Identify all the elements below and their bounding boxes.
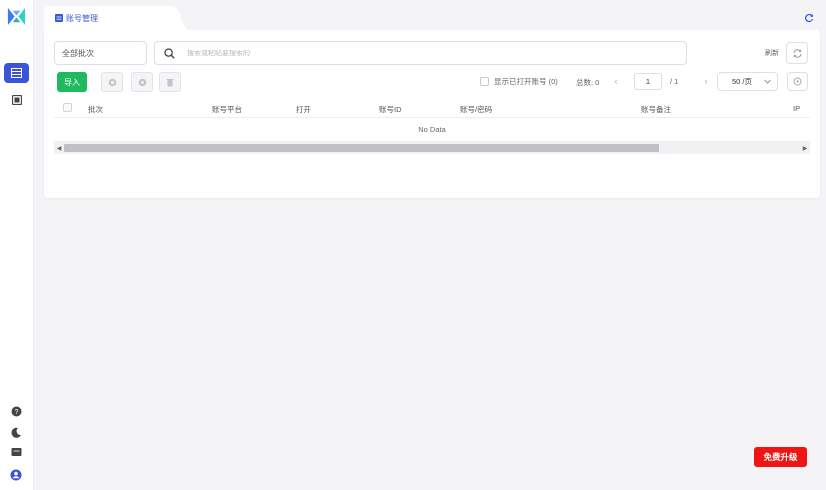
trash-icon bbox=[166, 78, 174, 86]
column-header-ip[interactable]: IP bbox=[793, 104, 800, 113]
window-icon bbox=[11, 95, 22, 105]
svg-text:?: ? bbox=[14, 409, 18, 416]
tab-account-management[interactable]: 账号管理 bbox=[44, 6, 170, 30]
app-logo bbox=[7, 7, 26, 26]
prev-page-button[interactable]: ‹ bbox=[610, 74, 622, 88]
batch-select-value: 全部批次 bbox=[62, 48, 94, 58]
tab-label: 账号管理 bbox=[66, 13, 98, 23]
table-header: 批次 账号平台 打开 账号ID 账号/密码 账号备注 IP bbox=[54, 98, 810, 118]
chevron-down-icon bbox=[764, 79, 771, 84]
chevron-left-icon: ‹ bbox=[614, 76, 618, 86]
per-page-select[interactable]: 50 /页 bbox=[717, 72, 778, 91]
user-avatar-icon[interactable] bbox=[10, 469, 22, 481]
per-page-value: 50 /页 bbox=[732, 77, 753, 86]
help-icon[interactable]: ? bbox=[10, 405, 22, 417]
delete-button[interactable] bbox=[159, 72, 181, 92]
batch-select[interactable]: 全部批次 bbox=[54, 41, 147, 65]
scroll-right-icon[interactable]: ▶ bbox=[801, 144, 809, 152]
scrollbar-thumb[interactable] bbox=[64, 144, 659, 152]
column-settings-button[interactable] bbox=[787, 72, 808, 91]
gear-icon bbox=[793, 77, 802, 86]
free-upgrade-button[interactable]: 免费升级 bbox=[754, 447, 807, 467]
scroll-left-icon[interactable]: ◀ bbox=[55, 144, 63, 152]
column-header-batch[interactable]: 批次 bbox=[88, 104, 103, 115]
column-header-remark[interactable]: 账号备注 bbox=[641, 104, 671, 115]
next-page-button[interactable]: › bbox=[700, 74, 712, 88]
page-total: / 1 bbox=[670, 77, 679, 86]
filter-label: 刷新 bbox=[765, 50, 779, 57]
show-opened-checkbox[interactable] bbox=[480, 77, 489, 86]
refresh-icon[interactable] bbox=[804, 13, 814, 23]
page-number-input[interactable] bbox=[634, 73, 662, 90]
show-opened-toggle[interactable]: 显示已打开账号 (0) bbox=[480, 76, 558, 87]
table-icon bbox=[11, 68, 22, 78]
search-icon bbox=[164, 47, 175, 59]
sidebar: ? bbox=[0, 0, 34, 490]
settings-button[interactable] bbox=[131, 72, 153, 92]
show-opened-label: 显示已打开账号 (0) bbox=[494, 77, 558, 86]
total-count: 总数: 0 bbox=[576, 78, 600, 87]
chevron-right-icon: › bbox=[704, 76, 708, 86]
select-all-checkbox[interactable] bbox=[63, 103, 72, 112]
message-icon[interactable] bbox=[10, 446, 22, 458]
search-box[interactable] bbox=[154, 41, 687, 65]
column-header-platform[interactable]: 账号平台 bbox=[212, 104, 242, 115]
empty-state: No Data bbox=[54, 118, 810, 142]
search-input[interactable] bbox=[187, 49, 667, 57]
horizontal-scrollbar[interactable]: ◀ ▶ bbox=[54, 142, 810, 154]
column-header-open[interactable]: 打开 bbox=[296, 104, 311, 115]
moon-icon[interactable] bbox=[10, 426, 22, 438]
import-button[interactable]: 导入 bbox=[57, 72, 87, 92]
sidebar-item-window[interactable] bbox=[4, 90, 29, 110]
tab-corner bbox=[170, 6, 190, 30]
list-icon bbox=[55, 14, 63, 22]
open-button[interactable] bbox=[101, 72, 123, 92]
gear-icon bbox=[138, 78, 146, 86]
sidebar-item-accounts[interactable] bbox=[4, 63, 29, 83]
account-panel: 全部批次 刷新 导入 显示已打开账号 (0) 总数: 0 ‹ / 1 › bbox=[44, 30, 820, 198]
tab-bar: 账号管理 bbox=[44, 6, 820, 30]
reload-button[interactable] bbox=[786, 42, 808, 64]
column-header-credentials[interactable]: 账号/密码 bbox=[460, 104, 492, 115]
column-header-account-id[interactable]: 账号ID bbox=[379, 104, 402, 115]
accounts-table: 批次 账号平台 打开 账号ID 账号/密码 账号备注 IP No Data ◀ … bbox=[54, 98, 810, 154]
sync-icon bbox=[793, 48, 801, 58]
open-icon bbox=[108, 78, 116, 86]
